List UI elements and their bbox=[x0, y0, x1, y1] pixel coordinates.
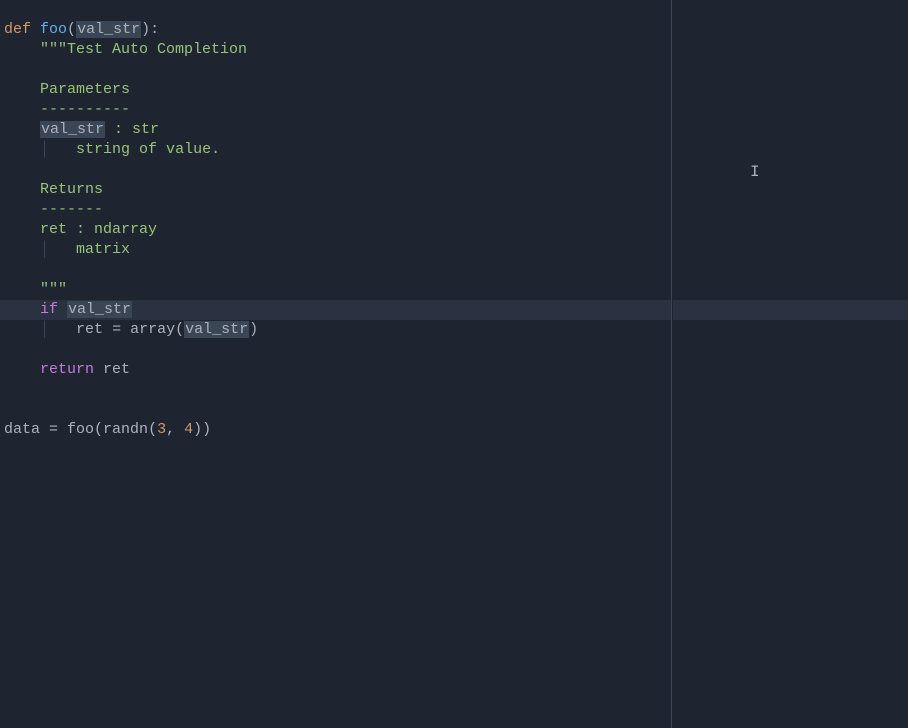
docstring: """Test Auto Completion bbox=[40, 41, 247, 58]
paren-close: ): bbox=[141, 21, 159, 38]
docstring-section: Parameters bbox=[40, 81, 130, 98]
code-line[interactable]: │ matrix bbox=[0, 240, 671, 260]
function-call: foo bbox=[67, 421, 94, 438]
code-line[interactable]: val_str : str bbox=[0, 120, 671, 140]
editor-container: def foo(val_str): """Test Auto Completio… bbox=[0, 0, 908, 728]
parameter: val_str bbox=[76, 21, 141, 38]
paren-open: ( bbox=[94, 421, 103, 438]
code-line[interactable] bbox=[0, 340, 671, 360]
code-line[interactable] bbox=[0, 380, 671, 400]
code-line[interactable]: """Test Auto Completion bbox=[0, 40, 671, 60]
code-line[interactable]: Returns bbox=[0, 180, 671, 200]
code-line[interactable] bbox=[0, 60, 671, 80]
variable-highlight: val_str bbox=[184, 321, 249, 338]
variable-highlight: val_str bbox=[67, 301, 132, 318]
code-area[interactable]: def foo(val_str): """Test Auto Completio… bbox=[0, 0, 672, 728]
code-line[interactable] bbox=[0, 160, 671, 180]
docstring-section: Returns bbox=[40, 181, 103, 198]
docstring-param: val_str bbox=[40, 121, 105, 138]
text-cursor-icon: I bbox=[750, 162, 760, 182]
code-line[interactable]: return ret bbox=[0, 360, 671, 380]
docstring-dashes: ------- bbox=[40, 201, 103, 218]
code-line[interactable]: │ string of value. bbox=[0, 140, 671, 160]
keyword-if: if bbox=[40, 301, 58, 318]
right-panel bbox=[672, 0, 908, 728]
code-line[interactable] bbox=[0, 400, 671, 420]
number: 4 bbox=[175, 421, 193, 438]
keyword-def: def bbox=[4, 21, 31, 38]
code-line[interactable]: ret : ndarray bbox=[0, 220, 671, 240]
indent-guide: │ bbox=[40, 321, 49, 338]
function-call: array bbox=[130, 321, 175, 338]
code-line[interactable]: │ ret = array(val_str) bbox=[0, 320, 671, 340]
paren-open: ( bbox=[148, 421, 157, 438]
code-line[interactable]: def foo(val_str): bbox=[0, 20, 671, 40]
number: 3 bbox=[157, 421, 166, 438]
paren-close: ) bbox=[249, 321, 258, 338]
docstring-type: : str bbox=[105, 121, 159, 138]
paren-close: )) bbox=[193, 421, 211, 438]
variable: ret bbox=[94, 361, 130, 378]
variable: ret bbox=[76, 321, 103, 338]
code-line[interactable]: ---------- bbox=[0, 100, 671, 120]
paren-open: ( bbox=[175, 321, 184, 338]
function-call: randn bbox=[103, 421, 148, 438]
operator: = bbox=[103, 321, 130, 338]
docstring-desc: matrix bbox=[76, 241, 130, 258]
paren-open: ( bbox=[67, 21, 76, 38]
docstring-ret: ret : ndarray bbox=[40, 221, 157, 238]
code-line[interactable]: if val_str bbox=[0, 300, 671, 320]
code-line[interactable]: Parameters bbox=[0, 80, 671, 100]
code-line[interactable]: """ bbox=[0, 280, 671, 300]
current-line-highlight-ext bbox=[673, 300, 908, 320]
indent-guide: │ bbox=[40, 141, 49, 158]
docstring-dashes: ---------- bbox=[40, 101, 130, 118]
code-line[interactable]: ------- bbox=[0, 200, 671, 220]
docstring-desc: string of value. bbox=[76, 141, 220, 158]
variable: data = bbox=[4, 421, 67, 438]
docstring-close: """ bbox=[40, 281, 67, 298]
code-line[interactable]: data = foo(randn(3, 4)) bbox=[0, 420, 671, 440]
keyword-return: return bbox=[40, 361, 94, 378]
code-line[interactable] bbox=[0, 260, 671, 280]
comma: , bbox=[166, 421, 175, 438]
indent-guide: │ bbox=[40, 241, 49, 258]
function-name: foo bbox=[40, 21, 67, 38]
